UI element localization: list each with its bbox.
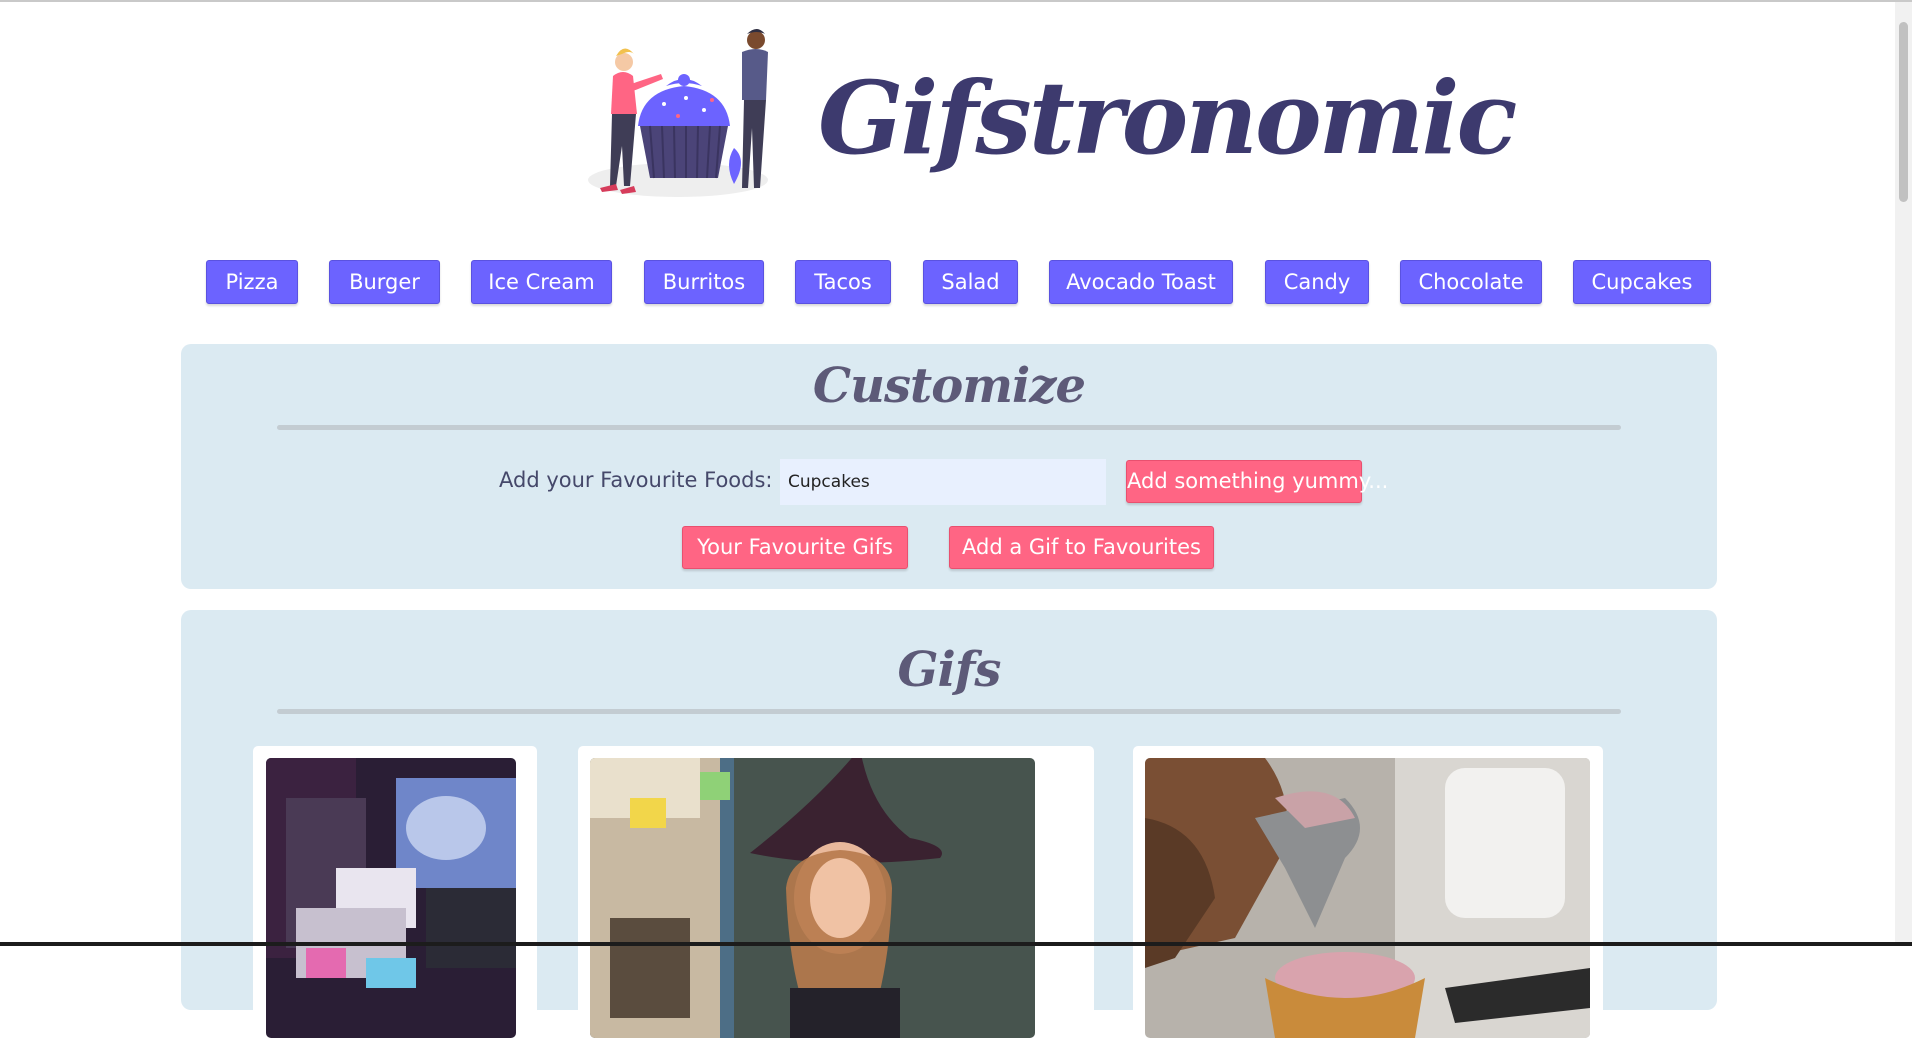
gif-image[interactable] bbox=[590, 758, 1035, 1038]
food-button-chocolate[interactable]: Chocolate bbox=[1400, 260, 1542, 304]
gifs-divider bbox=[277, 709, 1621, 714]
add-gif-to-favourites-button[interactable]: Add a Gif to Favourites bbox=[949, 526, 1214, 569]
gifs-panel: Gifs bbox=[181, 610, 1717, 1046]
food-category-nav: Pizza Burger Ice Cream Burritos Tacos Sa… bbox=[0, 260, 1912, 304]
add-food-button[interactable]: Add something yummy... bbox=[1126, 460, 1388, 503]
cupcake-illustration-logo bbox=[588, 29, 768, 197]
food-button-ice-cream[interactable]: Ice Cream bbox=[471, 260, 612, 304]
favourite-gifs-button[interactable]: Your Favourite Gifs bbox=[682, 526, 908, 569]
site-title: Gifstronomic bbox=[818, 59, 1517, 177]
food-button-avocado-toast[interactable]: Avocado Toast bbox=[1049, 260, 1233, 304]
favourite-food-input[interactable] bbox=[780, 459, 1106, 505]
food-button-tacos[interactable]: Tacos bbox=[795, 260, 891, 304]
site-header: Gifstronomic bbox=[586, 28, 1517, 208]
favourite-foods-label: Add your Favourite Foods: bbox=[499, 468, 773, 492]
food-button-burritos[interactable]: Burritos bbox=[644, 260, 764, 304]
customize-heading: Customize bbox=[812, 358, 1086, 414]
food-button-pizza[interactable]: Pizza bbox=[206, 260, 298, 304]
gif-image[interactable] bbox=[1145, 758, 1590, 1038]
food-button-salad[interactable]: Salad bbox=[923, 260, 1018, 304]
food-button-cupcakes[interactable]: Cupcakes bbox=[1573, 260, 1711, 304]
gif-image[interactable] bbox=[266, 758, 516, 1038]
gif-card[interactable] bbox=[253, 746, 537, 1046]
browser-top-border bbox=[0, 0, 1912, 2]
page-scrollbar[interactable] bbox=[1895, 2, 1912, 942]
scrollbar-thumb[interactable] bbox=[1899, 22, 1908, 202]
browser-bottom-border bbox=[0, 942, 1912, 946]
gifs-heading: Gifs bbox=[897, 642, 1002, 698]
gif-card[interactable] bbox=[578, 746, 1094, 1046]
customize-panel: Customize Add your Favourite Foods: Add … bbox=[181, 344, 1717, 589]
food-button-candy[interactable]: Candy bbox=[1265, 260, 1369, 304]
gif-card[interactable] bbox=[1133, 746, 1603, 1046]
food-button-burger[interactable]: Burger bbox=[329, 260, 440, 304]
customize-divider bbox=[277, 425, 1621, 430]
